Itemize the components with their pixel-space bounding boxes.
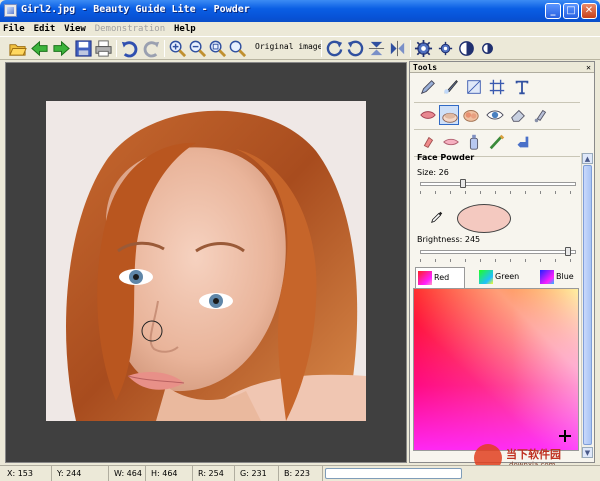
menu-bar: File Edit View Demonstration Help	[0, 22, 600, 36]
toolbar: Original image	[0, 36, 600, 60]
tools-panel-close-button[interactable]: ✕	[586, 62, 591, 73]
menu-edit[interactable]: Edit	[31, 22, 59, 36]
pencil-icon[interactable]	[418, 77, 438, 97]
size-slider-thumb[interactable]	[460, 179, 466, 188]
status-g: G: 231	[237, 466, 279, 481]
mascara-icon[interactable]	[487, 132, 507, 152]
brightness-slider-thumb[interactable]	[565, 247, 571, 256]
tool-row-2	[414, 105, 574, 127]
window-title: Girl2.jpg - Beauty Guide Lite - Powder	[21, 4, 250, 15]
zoom-fit-icon[interactable]	[208, 39, 227, 58]
zoom-in-icon[interactable]	[168, 39, 187, 58]
menu-help[interactable]: Help	[171, 22, 199, 36]
status-h: H: 464	[148, 466, 193, 481]
tools-panel-title: Tools	[413, 63, 438, 72]
app-icon	[4, 4, 17, 17]
brightness-slider[interactable]	[420, 247, 576, 256]
eyedropper-icon[interactable]	[430, 210, 444, 224]
tools-panel: Tools ✕ Face Powder Size: 26 Brightness:…	[409, 61, 595, 463]
portrait-photo[interactable]	[46, 101, 366, 421]
color-swatch[interactable]	[457, 204, 511, 233]
progress-bar	[325, 468, 462, 479]
tools-panel-header: Tools ✕	[410, 62, 594, 73]
settings-icon[interactable]	[414, 39, 433, 58]
size-label: Size: 26	[417, 168, 449, 177]
title-bar: Girl2.jpg - Beauty Guide Lite - Powder _…	[0, 0, 600, 22]
flip-vertical-icon[interactable]	[367, 39, 386, 58]
section-title: Face Powder	[417, 153, 475, 162]
scroll-up-icon[interactable]: ▲	[582, 153, 593, 164]
scrollbar-thumb[interactable]	[583, 165, 592, 445]
bottle-icon[interactable]	[531, 105, 551, 125]
rotate-right-icon[interactable]	[346, 39, 365, 58]
arrow-back-icon[interactable]	[512, 132, 532, 152]
status-w: W: 464	[111, 466, 146, 481]
lips-icon[interactable]	[418, 105, 438, 125]
flip-horizontal-icon[interactable]	[388, 39, 407, 58]
crop-icon[interactable]	[464, 77, 484, 97]
size-slider[interactable]	[420, 179, 576, 188]
print-icon[interactable]	[94, 39, 113, 58]
menu-file[interactable]: File	[0, 22, 28, 36]
lipstick-icon[interactable]	[418, 132, 438, 152]
tab-red-label: Red	[434, 273, 450, 282]
tab-green-label: Green	[495, 272, 520, 281]
status-r: R: 254	[195, 466, 235, 481]
open-icon[interactable]	[8, 39, 27, 58]
small-settings-icon[interactable]	[436, 39, 455, 58]
foundation-icon[interactable]	[464, 132, 484, 152]
tool-row-3	[414, 132, 574, 154]
maximize-button[interactable]: □	[563, 3, 579, 19]
tab-green[interactable]: Green	[477, 267, 532, 288]
rotate-left-icon[interactable]	[325, 39, 344, 58]
crosshair-icon[interactable]	[559, 430, 571, 442]
half-contrast-icon[interactable]	[478, 39, 497, 58]
brightness-label: Brightness: 245	[417, 235, 481, 244]
powder-icon[interactable]	[439, 105, 459, 125]
color-picker-area[interactable]	[413, 288, 579, 451]
grid-icon[interactable]	[487, 77, 507, 97]
tab-blue-label: Blue	[556, 272, 574, 281]
contrast-icon[interactable]	[457, 39, 476, 58]
close-button[interactable]: ✕	[581, 3, 597, 19]
brightness-ticks	[420, 259, 576, 262]
size-ticks	[420, 191, 576, 194]
tool-row-1	[414, 77, 574, 99]
status-b: B: 223	[281, 466, 323, 481]
watermark-text: 当下软件园	[506, 448, 561, 461]
lip-gloss-icon[interactable]	[441, 132, 461, 152]
menu-demonstration: Demonstration	[94, 24, 166, 34]
text-icon[interactable]	[512, 77, 532, 97]
color-tabs: Red Green Blue	[413, 267, 579, 288]
blush-icon[interactable]	[461, 105, 481, 125]
zoom-actual-icon[interactable]	[228, 39, 247, 58]
undo-icon[interactable]	[120, 39, 139, 58]
image-canvas[interactable]	[5, 62, 407, 463]
status-x: X: 153	[4, 466, 52, 481]
save-icon[interactable]	[74, 39, 93, 58]
portrait-image	[46, 101, 366, 421]
tab-blue[interactable]: Blue	[538, 267, 576, 288]
minimize-button[interactable]: _	[545, 3, 561, 19]
tab-red[interactable]: Red	[415, 267, 465, 288]
menu-view[interactable]: View	[61, 22, 89, 36]
redo-icon[interactable]	[142, 39, 161, 58]
forward-icon[interactable]	[52, 39, 71, 58]
eraser-icon[interactable]	[508, 105, 528, 125]
tools-scrollbar[interactable]: ▲ ▼	[581, 153, 593, 458]
original-image-button[interactable]: Original image	[255, 42, 322, 51]
eye-icon[interactable]	[485, 105, 505, 125]
brush-icon[interactable]	[441, 77, 461, 97]
status-y: Y: 244	[54, 466, 109, 481]
zoom-out-icon[interactable]	[188, 39, 207, 58]
back-icon[interactable]	[30, 39, 49, 58]
status-bar: X: 153 Y: 244 W: 464 H: 464 R: 254 G: 23…	[0, 465, 600, 481]
